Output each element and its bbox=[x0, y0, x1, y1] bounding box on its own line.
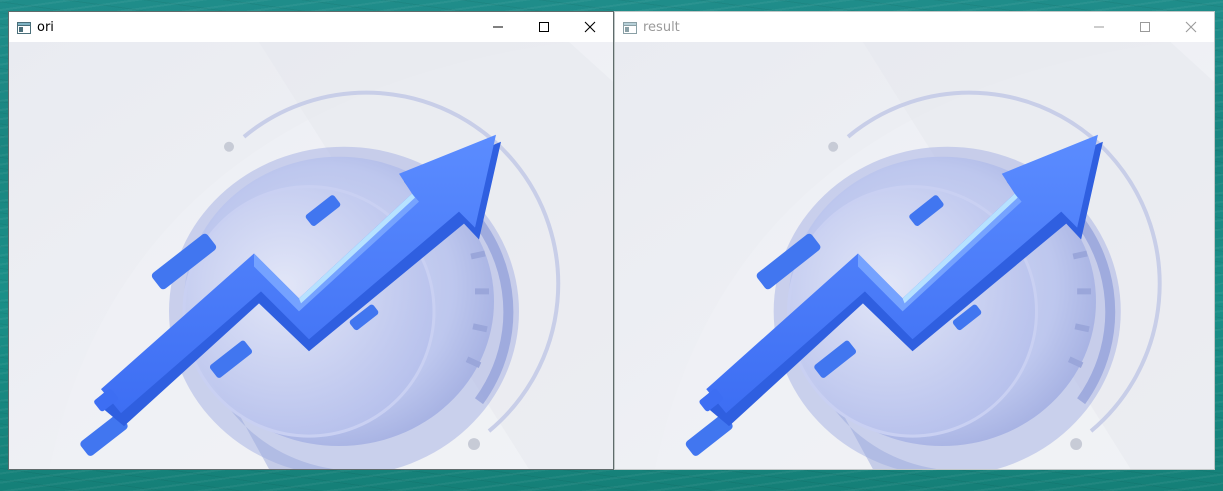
app-window-icon bbox=[623, 20, 637, 34]
minimize-button[interactable] bbox=[475, 12, 521, 42]
image-view bbox=[615, 42, 1214, 469]
maximize-button[interactable] bbox=[521, 12, 567, 42]
close-icon bbox=[1185, 21, 1197, 33]
minimize-button[interactable] bbox=[1076, 12, 1122, 42]
upward-arrow-illustration bbox=[615, 42, 1214, 469]
minimize-icon bbox=[493, 26, 503, 28]
maximize-button[interactable] bbox=[1122, 12, 1168, 42]
maximize-icon bbox=[1140, 22, 1150, 32]
minimize-icon bbox=[1094, 26, 1104, 28]
close-button[interactable] bbox=[567, 12, 613, 42]
maximize-icon bbox=[539, 22, 549, 32]
close-icon bbox=[584, 21, 596, 33]
window-ori[interactable]: ori bbox=[8, 11, 614, 470]
upward-arrow-illustration bbox=[9, 42, 613, 469]
close-button[interactable] bbox=[1168, 12, 1214, 42]
window-title: result bbox=[643, 19, 680, 35]
image-view bbox=[9, 42, 613, 469]
titlebar[interactable]: ori bbox=[9, 12, 613, 42]
window-result[interactable]: result bbox=[614, 11, 1215, 470]
window-title: ori bbox=[37, 19, 54, 35]
titlebar[interactable]: result bbox=[615, 12, 1214, 42]
app-window-icon bbox=[17, 20, 31, 34]
